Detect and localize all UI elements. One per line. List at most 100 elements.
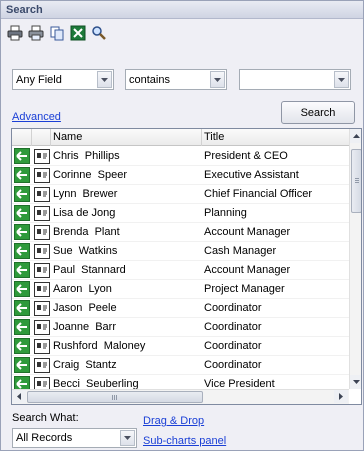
vertical-scrollbar[interactable] bbox=[349, 129, 361, 389]
field-select[interactable]: Any Field bbox=[12, 69, 114, 90]
go-to-record-cell[interactable] bbox=[12, 318, 32, 337]
search-what-select[interactable]: All Records bbox=[12, 428, 137, 448]
name-cell: Paul Stannard bbox=[53, 264, 126, 276]
table-row[interactable]: Lynn Brewer Chief Financial Officer bbox=[12, 185, 349, 204]
header-title[interactable]: Title bbox=[202, 129, 349, 146]
profile-card-cell[interactable] bbox=[32, 242, 51, 261]
profile-card-cell[interactable] bbox=[32, 223, 51, 242]
profile-card-cell[interactable] bbox=[32, 204, 51, 223]
title-cell: Coordinator bbox=[204, 359, 262, 371]
contact-card-icon[interactable] bbox=[33, 281, 50, 297]
name-cell: Chris Phillips bbox=[53, 150, 120, 162]
scroll-right-button[interactable] bbox=[334, 390, 348, 403]
search-button[interactable]: Search bbox=[281, 101, 355, 124]
arrow-left-icon[interactable] bbox=[14, 186, 30, 202]
profile-card-cell[interactable] bbox=[32, 280, 51, 299]
chevron-down-icon[interactable] bbox=[120, 430, 135, 446]
grid-header: Name Title bbox=[12, 129, 349, 146]
go-to-record-cell[interactable] bbox=[12, 356, 32, 375]
go-to-record-cell[interactable] bbox=[12, 337, 32, 356]
chevron-down-icon[interactable] bbox=[334, 71, 349, 88]
value-select[interactable] bbox=[239, 69, 351, 90]
go-to-record-cell[interactable] bbox=[12, 204, 32, 223]
contact-card-icon[interactable] bbox=[33, 300, 50, 316]
scroll-left-button[interactable] bbox=[12, 390, 26, 403]
copy-icon[interactable] bbox=[48, 24, 66, 42]
arrow-left-icon[interactable] bbox=[14, 205, 30, 221]
arrow-left-icon[interactable] bbox=[14, 300, 30, 316]
drag-drop-link[interactable]: Drag & Drop bbox=[143, 415, 204, 427]
contact-card-icon[interactable] bbox=[33, 357, 50, 373]
arrow-left-icon[interactable] bbox=[14, 224, 30, 240]
profile-card-cell[interactable] bbox=[32, 299, 51, 318]
chevron-down-icon[interactable] bbox=[210, 71, 225, 88]
table-row[interactable]: Lisa de Jong Planning bbox=[12, 204, 349, 223]
contact-card-icon[interactable] bbox=[33, 167, 50, 183]
go-to-record-cell[interactable] bbox=[12, 166, 32, 185]
print-preview-icon[interactable] bbox=[27, 24, 45, 42]
arrow-left-icon[interactable] bbox=[14, 338, 30, 354]
table-row[interactable]: Paul Stannard Account Manager bbox=[12, 261, 349, 280]
go-to-record-cell[interactable] bbox=[12, 280, 32, 299]
contact-card-icon[interactable] bbox=[33, 186, 50, 202]
profile-card-cell[interactable] bbox=[32, 166, 51, 185]
profile-card-cell[interactable] bbox=[32, 337, 51, 356]
arrow-left-icon[interactable] bbox=[14, 319, 30, 335]
table-row[interactable]: Brenda Plant Account Manager bbox=[12, 223, 349, 242]
contact-card-icon[interactable] bbox=[33, 338, 50, 354]
table-row[interactable]: Sue Watkins Cash Manager bbox=[12, 242, 349, 261]
arrow-left-icon[interactable] bbox=[14, 243, 30, 259]
go-to-record-cell[interactable] bbox=[12, 223, 32, 242]
arrow-left-icon[interactable] bbox=[14, 357, 30, 373]
go-to-record-cell[interactable] bbox=[12, 242, 32, 261]
contact-card-icon[interactable] bbox=[33, 243, 50, 259]
print-icon[interactable] bbox=[6, 24, 24, 42]
table-row[interactable]: Aaron Lyon Project Manager bbox=[12, 280, 349, 299]
table-row[interactable]: Joanne Barr Coordinator bbox=[12, 318, 349, 337]
table-row[interactable]: Rushford Maloney Coordinator bbox=[12, 337, 349, 356]
arrow-left-icon[interactable] bbox=[14, 148, 30, 164]
profile-card-cell[interactable] bbox=[32, 356, 51, 375]
title-cell: Executive Assistant bbox=[204, 169, 299, 181]
name-cell: Sue Watkins bbox=[53, 245, 118, 257]
header-name[interactable]: Name bbox=[51, 129, 202, 146]
title-cell: Coordinator bbox=[204, 340, 262, 352]
table-row[interactable]: Chris Phillips President & CEO bbox=[12, 147, 349, 166]
arrow-left-icon[interactable] bbox=[14, 167, 30, 183]
go-to-record-cell[interactable] bbox=[12, 261, 32, 280]
arrow-left-icon[interactable] bbox=[14, 281, 30, 297]
title-cell: Project Manager bbox=[204, 283, 285, 295]
subcharts-panel-link[interactable]: Sub-charts panel bbox=[143, 435, 226, 447]
arrow-left-icon[interactable] bbox=[14, 262, 30, 278]
profile-card-cell[interactable] bbox=[32, 147, 51, 166]
table-row[interactable]: Jason Peele Coordinator bbox=[12, 299, 349, 318]
vertical-scroll-thumb[interactable] bbox=[351, 149, 361, 213]
contact-card-icon[interactable] bbox=[33, 205, 50, 221]
panel-title: Search bbox=[1, 1, 363, 19]
go-to-record-cell[interactable] bbox=[12, 299, 32, 318]
profile-card-cell[interactable] bbox=[32, 261, 51, 280]
operator-select[interactable]: contains bbox=[125, 69, 227, 90]
contact-card-icon[interactable] bbox=[33, 148, 50, 164]
excel-export-icon[interactable] bbox=[69, 24, 87, 42]
contact-card-icon[interactable] bbox=[33, 319, 50, 335]
profile-card-cell[interactable] bbox=[32, 185, 51, 204]
scroll-down-button[interactable] bbox=[350, 375, 361, 389]
profile-card-cell[interactable] bbox=[32, 318, 51, 337]
search-what-value: All Records bbox=[16, 432, 73, 444]
contact-card-icon[interactable] bbox=[33, 262, 50, 278]
title-cell: Chief Financial Officer bbox=[204, 188, 313, 200]
go-to-record-cell[interactable] bbox=[12, 147, 32, 166]
horizontal-scroll-thumb[interactable] bbox=[27, 391, 203, 403]
chevron-down-icon[interactable] bbox=[97, 71, 112, 88]
horizontal-scrollbar[interactable] bbox=[12, 389, 349, 404]
advanced-link[interactable]: Advanced bbox=[12, 111, 61, 123]
go-to-record-cell[interactable] bbox=[12, 185, 32, 204]
table-row[interactable]: Craig Stantz Coordinator bbox=[12, 356, 349, 375]
scroll-up-button[interactable] bbox=[350, 129, 361, 143]
table-row[interactable]: Corinne Speer Executive Assistant bbox=[12, 166, 349, 185]
title-cell: Coordinator bbox=[204, 321, 262, 333]
operator-select-value: contains bbox=[129, 73, 170, 86]
contact-card-icon[interactable] bbox=[33, 224, 50, 240]
find-icon[interactable] bbox=[90, 24, 108, 42]
